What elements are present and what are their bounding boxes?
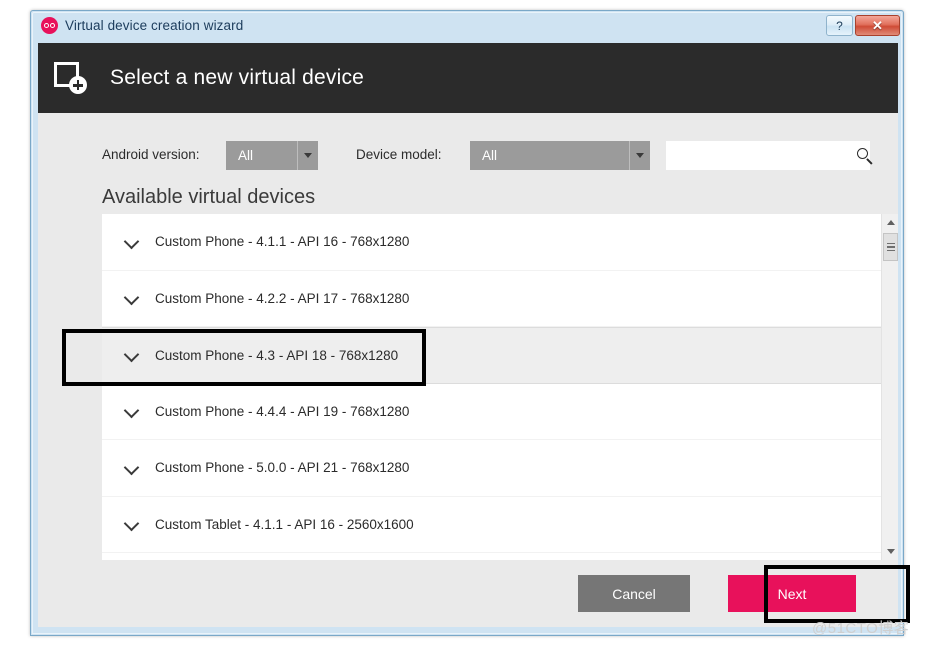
title-bar-left: Virtual device creation wizard xyxy=(41,17,243,34)
list-item[interactable]: Custom Phone - 4.1.1 - API 16 - 768x1280 xyxy=(102,214,881,271)
device-model-label: Device model: xyxy=(356,147,442,162)
list-item-label: Custom Phone - 4.1.1 - API 16 - 768x1280 xyxy=(155,234,410,250)
android-version-select[interactable]: All xyxy=(226,141,318,170)
chevron-down-icon[interactable] xyxy=(122,288,142,308)
caption-buttons: ? ✕ xyxy=(826,15,900,36)
scroll-down-arrow-icon[interactable] xyxy=(882,543,899,560)
list-item-label: Custom Phone - 4.4.4 - API 19 - 768x1280 xyxy=(155,403,410,419)
android-version-value: All xyxy=(238,148,254,163)
chevron-down-icon xyxy=(297,141,318,170)
wizard-header: Select a new virtual device xyxy=(38,43,898,113)
search-icon[interactable] xyxy=(853,141,870,170)
list-item-label: Custom Phone - 5.0.0 - API 21 - 768x1280 xyxy=(155,460,410,476)
scrollbar-thumb[interactable] xyxy=(883,233,898,261)
device-model-value: All xyxy=(482,148,498,163)
chevron-down-icon[interactable] xyxy=(122,345,142,365)
footer-bar: Cancel Next xyxy=(38,561,898,627)
list-item-selected[interactable]: Custom Phone - 4.3 - API 18 - 768x1280 xyxy=(102,327,881,384)
list-item[interactable]: Custom Phone - 4.2.2 - API 17 - 768x1280 xyxy=(102,271,881,327)
scroll-up-arrow-icon[interactable] xyxy=(882,214,899,231)
section-heading: Available virtual devices xyxy=(102,186,316,208)
list-item[interactable]: Custom Tablet - 4.1.1 - API 16 - 2560x16… xyxy=(102,497,881,553)
chevron-down-icon[interactable] xyxy=(122,232,142,252)
filter-row: Android version: All Device model: All xyxy=(38,141,898,171)
list-item-label: Custom Phone - 4.3 - API 18 - 768x1280 xyxy=(155,347,399,363)
list-item[interactable]: Custom Phone - 5.0.0 - API 21 - 768x1280 xyxy=(102,440,881,497)
search-box[interactable] xyxy=(666,141,870,170)
chevron-down-icon[interactable] xyxy=(122,458,142,478)
goggles-icon xyxy=(41,17,58,34)
help-button[interactable]: ? xyxy=(826,15,853,36)
list-item-label: Custom Phone - 4.2.2 - API 17 - 768x1280 xyxy=(155,290,410,306)
wizard-body: Android version: All Device model: All A… xyxy=(38,113,898,627)
device-model-select[interactable]: All xyxy=(470,141,650,170)
search-input[interactable] xyxy=(666,147,853,164)
close-button[interactable]: ✕ xyxy=(855,15,900,36)
add-device-icon xyxy=(54,62,88,94)
wizard-window: Virtual device creation wizard ? ✕ Selec… xyxy=(30,10,904,636)
chevron-down-icon xyxy=(629,141,650,170)
device-list[interactable]: Custom Phone - 4.1.1 - API 16 - 768x1280… xyxy=(102,214,881,560)
chevron-down-icon[interactable] xyxy=(122,514,142,534)
cancel-button[interactable]: Cancel xyxy=(578,575,690,612)
page-title: Select a new virtual device xyxy=(110,66,365,89)
list-item[interactable]: Custom Phone - 4.4.4 - API 19 - 768x1280 xyxy=(102,384,881,440)
chevron-down-icon[interactable] xyxy=(122,401,142,421)
window-title: Virtual device creation wizard xyxy=(65,18,244,33)
vertical-scrollbar[interactable] xyxy=(881,214,898,560)
device-list-container: Custom Phone - 4.1.1 - API 16 - 768x1280… xyxy=(102,214,898,560)
title-bar[interactable]: Virtual device creation wizard ? ✕ xyxy=(31,11,905,43)
list-item-label: Custom Tablet - 4.1.1 - API 16 - 2560x16… xyxy=(155,516,414,532)
next-button[interactable]: Next xyxy=(728,575,856,612)
android-version-label: Android version: xyxy=(102,147,200,162)
